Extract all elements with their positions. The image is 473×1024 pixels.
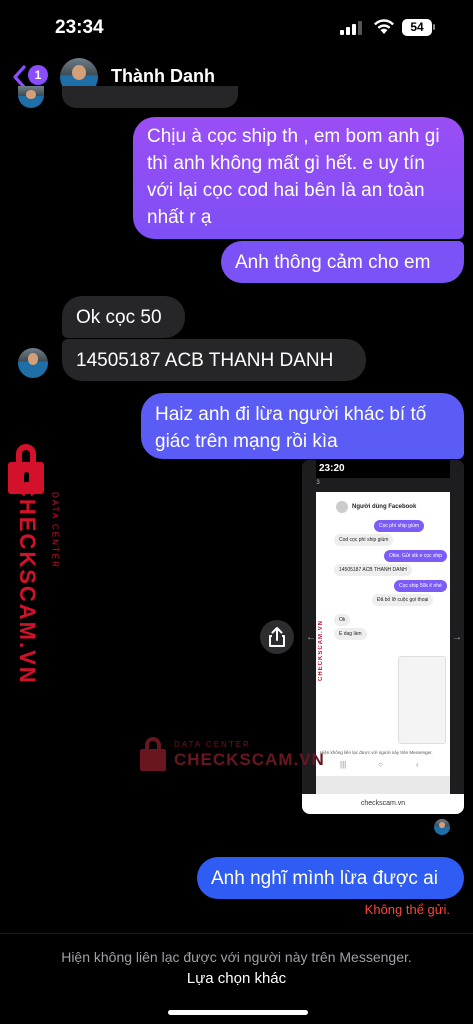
previous-message-fragment: [62, 86, 238, 108]
image-url-bar: checkscam.vn: [302, 794, 464, 814]
arrow-right-icon: →: [452, 632, 462, 643]
battery-tip: [433, 24, 435, 30]
message-outgoing-failed[interactable]: Anh nghĩ mình lừa được ai: [197, 857, 464, 899]
image-footer-notice: Hiện không liên lạc được với người này t…: [320, 750, 433, 755]
message-incoming[interactable]: 14505187 ACB THANH DANH: [62, 339, 366, 381]
wifi-icon: [374, 19, 394, 34]
arrow-left-icon: ←: [306, 632, 316, 643]
image-watermark: CHECKSCAM.VN: [318, 620, 324, 682]
contact-name[interactable]: Thành Danh: [111, 66, 215, 87]
watermark-tag: DATA CENTER: [174, 740, 251, 749]
image-bubble: Cọc phí ship giùm: [374, 520, 425, 532]
message-outgoing[interactable]: Anh thông cảm cho em: [221, 241, 464, 283]
unread-badge[interactable]: 1: [28, 65, 48, 85]
status-time: 23:34: [55, 17, 104, 38]
image-bubble: Cọc ship 50k ê nhé: [394, 580, 447, 592]
image-bubble: Cod cọc phí ship giùm: [334, 534, 394, 546]
image-bubble: Ok: [334, 614, 351, 626]
other-options-link[interactable]: Lựa chọn khác: [0, 970, 473, 987]
image-bubble: Đã bỏ lỡ cuộc gọi thoại: [372, 594, 434, 606]
image-status-bar: 23:20: [302, 460, 464, 478]
image-bubble: Okie. Gửi stk e cọc ship: [384, 550, 448, 562]
image-avatar: [336, 501, 348, 513]
watermark-brand: CHECKSCAM.VN: [15, 481, 40, 685]
image-bubble: E dag làm: [334, 628, 367, 640]
message-incoming[interactable]: Ok cọc 50: [62, 296, 185, 338]
watermark-tag: DATA CENTER: [50, 492, 60, 569]
image-contact-name: Người dùng Facebook: [352, 504, 417, 510]
battery-icon: 54: [402, 19, 432, 36]
home-indicator[interactable]: [168, 1010, 308, 1015]
image-inset-screenshot: [398, 656, 446, 744]
signal-icon: [340, 21, 362, 35]
send-error-text[interactable]: Không thể gửi.: [300, 902, 450, 917]
unavailable-notice: Hiện không liên lạc được với người này t…: [61, 949, 412, 965]
sender-avatar: [18, 86, 44, 108]
image-bottom-bar: [316, 776, 450, 794]
message-outgoing[interactable]: Haiz anh đi lừa người khác bí tố giác tr…: [141, 393, 464, 459]
watermark-brand: CHECKSCAM.VN: [174, 750, 325, 769]
watermark-vertical: CHECKSCAM.VN DATA CENTER: [5, 440, 60, 685]
lock-icon: [140, 737, 166, 771]
image-chat-header: Người dùng Facebook: [316, 498, 456, 518]
status-bar: 23:34 54: [0, 0, 473, 54]
image-nav-bar: ||| ○ ‹: [340, 760, 419, 769]
message-outgoing[interactable]: Chịu à cọc ship th , em bom anh gi thì a…: [133, 117, 464, 239]
image-attachment[interactable]: 23:20 2 / 3 ← → Người dùng Facebook Cọc …: [302, 460, 464, 814]
watermark-horizontal: DATA CENTER CHECKSCAM.VN: [140, 734, 324, 774]
image-bubble: 14505187 ACB THANH DANH: [334, 564, 412, 576]
footer-divider: [0, 933, 473, 934]
share-icon: [269, 627, 285, 647]
image-viewer-bar: 2 / 3: [302, 478, 464, 492]
read-receipt-avatar: [434, 819, 450, 835]
share-button[interactable]: [260, 620, 294, 654]
sender-avatar[interactable]: [18, 348, 48, 378]
image-time: 23:20: [319, 463, 345, 474]
